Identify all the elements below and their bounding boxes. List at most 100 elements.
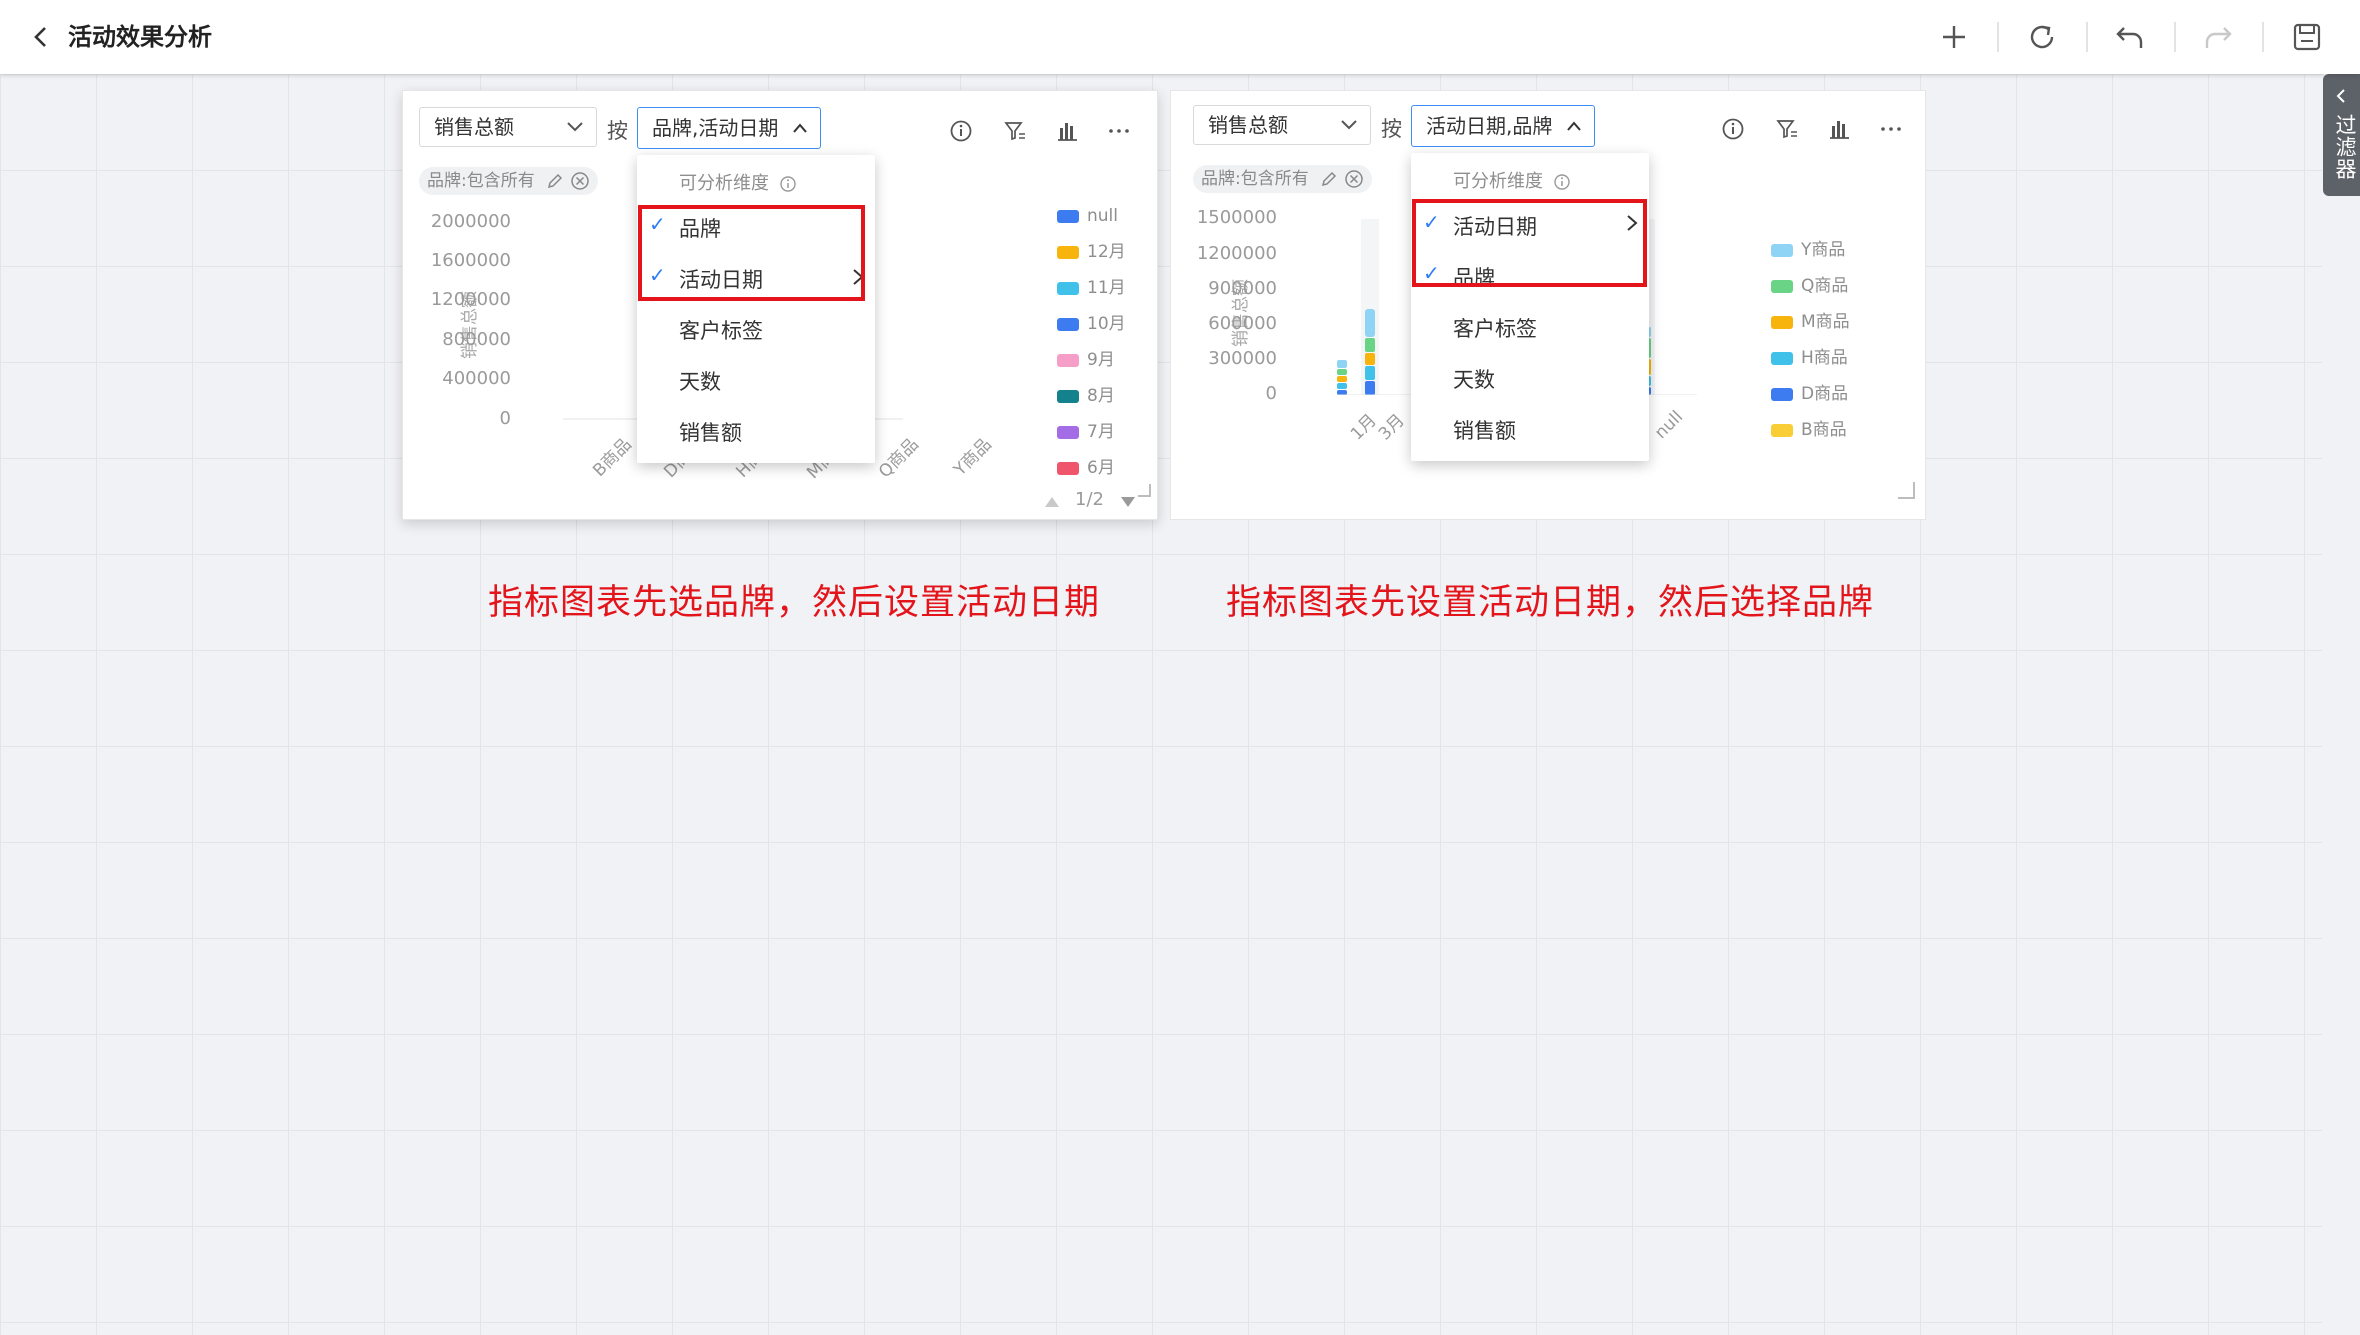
dropdown-option-customer-tag[interactable]: 客户标签 — [1453, 313, 1537, 343]
legend-swatch — [1771, 423, 1793, 437]
y-tick: 1200000 — [430, 289, 511, 310]
info-icon[interactable] — [1721, 117, 1745, 141]
info-icon[interactable] — [1553, 173, 1571, 191]
add-icon[interactable] — [1937, 20, 1971, 54]
y-tick: 1600000 — [430, 250, 511, 271]
y-tick: 0 — [1265, 383, 1277, 404]
dimension-select[interactable]: 品牌,活动日期 — [637, 107, 821, 149]
legend-swatch — [1057, 209, 1079, 223]
legend-label: B商品 — [1801, 420, 1847, 440]
legend-item[interactable]: 11月 — [1057, 278, 1126, 298]
dropdown-option-sales[interactable]: 销售额 — [679, 417, 742, 447]
dropdown-option-days[interactable]: 天数 — [679, 366, 721, 396]
legend-item[interactable]: M商品 — [1771, 312, 1850, 332]
filter-chip[interactable]: 品牌:包含所有 — [419, 167, 598, 195]
page-title: 活动效果分析 — [68, 23, 212, 51]
chevron-up-icon — [793, 123, 807, 133]
highlight-box — [1412, 199, 1647, 287]
legend-item[interactable]: 6月 — [1057, 458, 1115, 478]
redo-icon[interactable] — [2201, 20, 2235, 54]
legend-label: null — [1087, 206, 1118, 226]
y-tick: 300000 — [1208, 348, 1277, 369]
dropdown-option-days[interactable]: 天数 — [1453, 364, 1495, 394]
bar-jan — [1337, 360, 1347, 395]
metric-select-value: 销售总额 — [1208, 113, 1288, 137]
x-tick: B商品 — [589, 434, 636, 481]
dropdown-option-customer-tag[interactable]: 客户标签 — [679, 315, 763, 345]
dropdown-header-label: 可分析维度 — [1453, 171, 1543, 192]
legend-item[interactable]: H商品 — [1771, 348, 1848, 368]
filter-panel-label: 过滤器 — [2333, 114, 2357, 180]
dropdown-header: 可分析维度 — [1453, 167, 1571, 193]
legend-label: Q商品 — [1801, 276, 1849, 296]
more-icon[interactable] — [1107, 119, 1131, 143]
metric-select-value: 销售总额 — [434, 115, 514, 139]
dropdown-header: 可分析维度 — [679, 169, 797, 195]
dimension-select-value: 品牌,活动日期 — [652, 116, 779, 140]
legend-label: 11月 — [1087, 278, 1126, 298]
legend-label: Y商品 — [1801, 240, 1846, 260]
legend-item[interactable]: 10月 — [1057, 314, 1126, 334]
metric-select[interactable]: 销售总额 — [419, 107, 597, 147]
legend-swatch — [1771, 387, 1793, 401]
highlight-box — [638, 205, 865, 301]
legend-label: 8月 — [1087, 386, 1115, 406]
edit-icon[interactable] — [546, 172, 564, 190]
legend-item[interactable]: D商品 — [1771, 384, 1848, 404]
legend-item[interactable]: B商品 — [1771, 420, 1847, 440]
legend-swatch — [1057, 317, 1079, 331]
y-tick: 0 — [499, 408, 511, 429]
info-icon[interactable] — [779, 175, 797, 193]
undo-icon[interactable] — [2113, 20, 2147, 54]
legend-label: 6月 — [1087, 458, 1115, 478]
close-circle-icon[interactable] — [1344, 169, 1364, 189]
toolbar-divider — [2262, 22, 2264, 52]
chevron-down-icon — [1341, 120, 1357, 130]
dropdown-header-label: 可分析维度 — [679, 173, 769, 194]
legend-item[interactable]: null — [1057, 206, 1118, 226]
resize-handle-icon[interactable] — [1137, 483, 1151, 497]
legend-item[interactable]: 12月 — [1057, 242, 1126, 262]
legend-label: 10月 — [1087, 314, 1126, 334]
legend-item[interactable]: 8月 — [1057, 386, 1115, 406]
legend-swatch — [1771, 315, 1793, 329]
legend-item[interactable]: 7月 — [1057, 422, 1115, 442]
toolbar-divider — [2086, 22, 2088, 52]
dropdown-option-sales[interactable]: 销售额 — [1453, 415, 1516, 445]
refresh-icon[interactable] — [2025, 20, 2059, 54]
more-icon[interactable] — [1879, 117, 1903, 141]
filter-icon[interactable] — [1775, 117, 1799, 141]
filter-icon[interactable] — [1003, 119, 1027, 143]
legend-label: D商品 — [1801, 384, 1849, 404]
info-icon[interactable] — [949, 119, 973, 143]
x-tick: Y商品 — [950, 434, 996, 481]
y-tick: 400000 — [442, 368, 511, 389]
dimension-select[interactable]: 活动日期,品牌 — [1411, 105, 1595, 147]
filter-panel-tab[interactable]: 过滤器 — [2323, 74, 2360, 196]
legend-item[interactable]: 9月 — [1057, 350, 1115, 370]
page-up-icon[interactable] — [1043, 495, 1061, 509]
back-arrow-icon[interactable] — [28, 22, 54, 52]
by-label: 按 — [607, 119, 628, 143]
legend-item[interactable]: Y商品 — [1771, 240, 1845, 260]
legend-label: 12月 — [1087, 242, 1126, 262]
page-down-icon[interactable] — [1119, 495, 1137, 509]
chart-type-icon[interactable] — [1827, 117, 1851, 141]
filter-chip[interactable]: 品牌:包含所有 — [1193, 165, 1372, 193]
legend-swatch — [1057, 353, 1079, 367]
caption-left: 指标图表先选品牌，然后设置活动日期 — [488, 583, 1101, 623]
resize-handle-icon[interactable] — [1897, 481, 1915, 499]
legend-swatch — [1771, 351, 1793, 365]
edit-icon[interactable] — [1320, 170, 1338, 188]
metric-select[interactable]: 销售总额 — [1193, 105, 1371, 145]
chart-type-icon[interactable] — [1055, 119, 1079, 143]
legend-item[interactable]: Q商品 — [1771, 276, 1848, 296]
y-tick: 600000 — [1208, 313, 1277, 334]
save-icon[interactable] — [2290, 20, 2324, 54]
close-circle-icon[interactable] — [570, 171, 590, 191]
legend-swatch — [1057, 389, 1079, 403]
legend-swatch — [1771, 243, 1793, 257]
toolbar-divider — [1997, 22, 1999, 52]
chevron-left-icon — [2336, 89, 2345, 103]
chevron-down-icon — [567, 122, 583, 132]
